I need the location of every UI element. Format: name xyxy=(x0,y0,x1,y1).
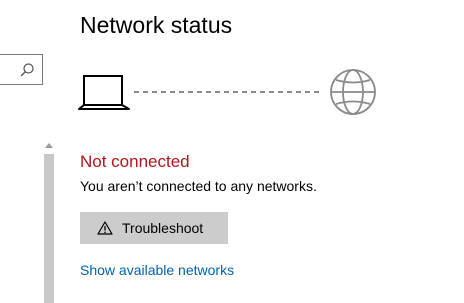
laptop-icon xyxy=(78,75,130,110)
search-input[interactable] xyxy=(0,54,43,85)
troubleshoot-button[interactable]: Troubleshoot xyxy=(80,212,228,244)
globe-icon xyxy=(330,69,376,115)
connection-status-title: Not connected xyxy=(80,152,190,171)
scroll-up-arrow-icon[interactable] xyxy=(44,140,54,152)
connection-status-description: You aren’t connected to any networks. xyxy=(80,178,317,194)
troubleshoot-button-label: Troubleshoot xyxy=(122,220,204,236)
connection-diagram xyxy=(78,66,382,122)
sidebar-scrollbar[interactable] xyxy=(42,140,56,303)
search-icon xyxy=(20,63,34,77)
page-title: Network status xyxy=(80,12,233,38)
scrollbar-thumb[interactable] xyxy=(44,154,54,303)
show-available-networks-link[interactable]: Show available networks xyxy=(80,261,234,279)
warning-icon xyxy=(97,221,113,235)
